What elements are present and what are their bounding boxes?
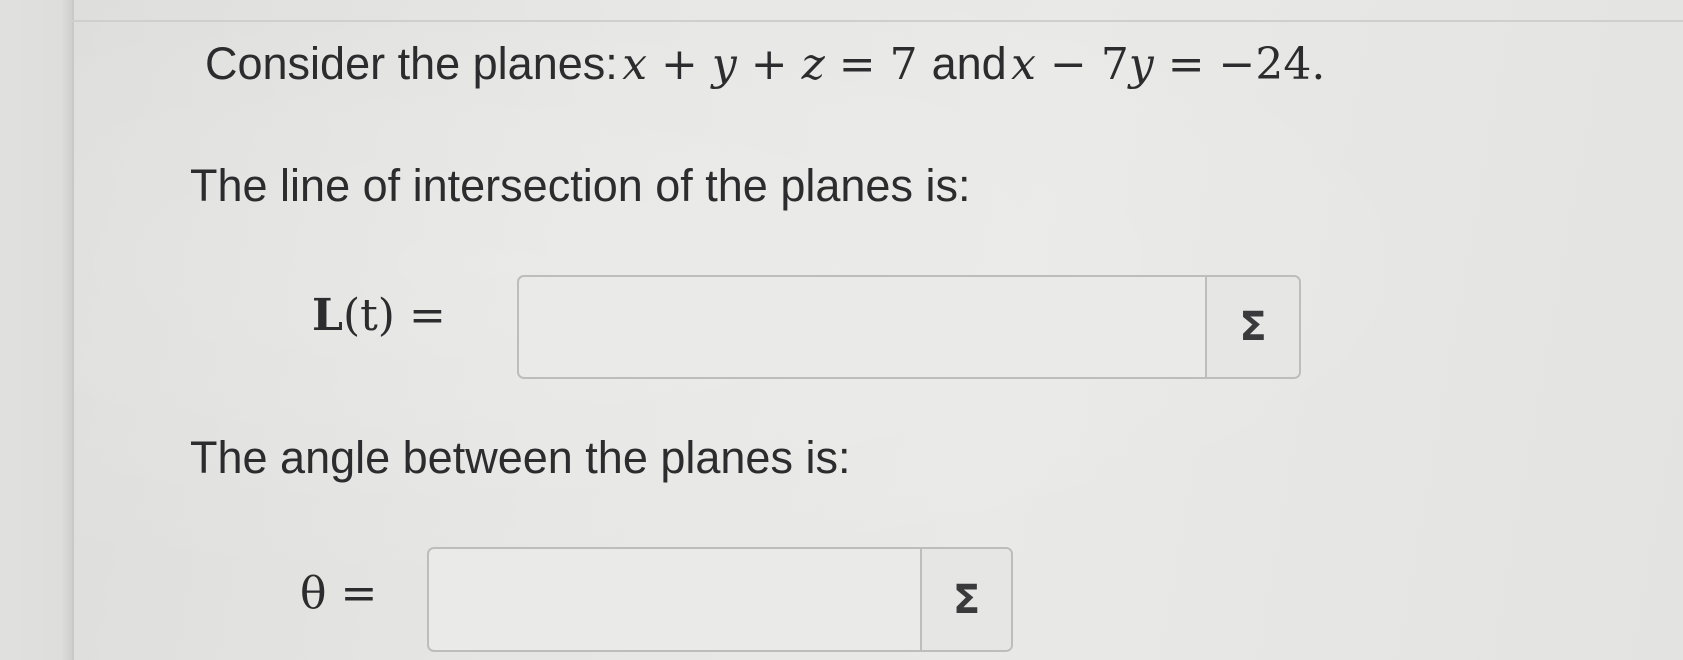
question-statement: Consider the planes: x + y + z = 7 and x… bbox=[205, 38, 1325, 90]
conjunction-text: and bbox=[931, 38, 1007, 89]
line-math-palette-button[interactable]: Σ bbox=[1205, 277, 1299, 377]
angle-prompt: The angle between the planes is: bbox=[190, 432, 851, 483]
sigma-icon: Σ bbox=[1239, 304, 1267, 350]
plane2-equation: x − 7y = −24. bbox=[1011, 39, 1326, 90]
sigma-icon: Σ bbox=[952, 576, 981, 623]
angle-math-palette-button[interactable]: Σ bbox=[920, 549, 1011, 650]
angle-answer-field: Σ bbox=[427, 547, 1013, 652]
angle-lhs-label: θ = bbox=[300, 568, 378, 619]
line-prompt: The line of intersection of the planes i… bbox=[190, 160, 971, 211]
line-lhs-label: L(t) = bbox=[312, 290, 446, 341]
intro-text: Consider the planes: bbox=[205, 38, 618, 89]
angle-answer-input[interactable] bbox=[429, 549, 920, 650]
plane1-equation: x + y + z = 7 bbox=[622, 39, 918, 90]
line-answer-field: Σ bbox=[517, 275, 1301, 379]
page-top-border bbox=[72, 0, 1683, 22]
page-left-margin bbox=[0, 0, 74, 660]
line-answer-input[interactable] bbox=[519, 277, 1205, 377]
